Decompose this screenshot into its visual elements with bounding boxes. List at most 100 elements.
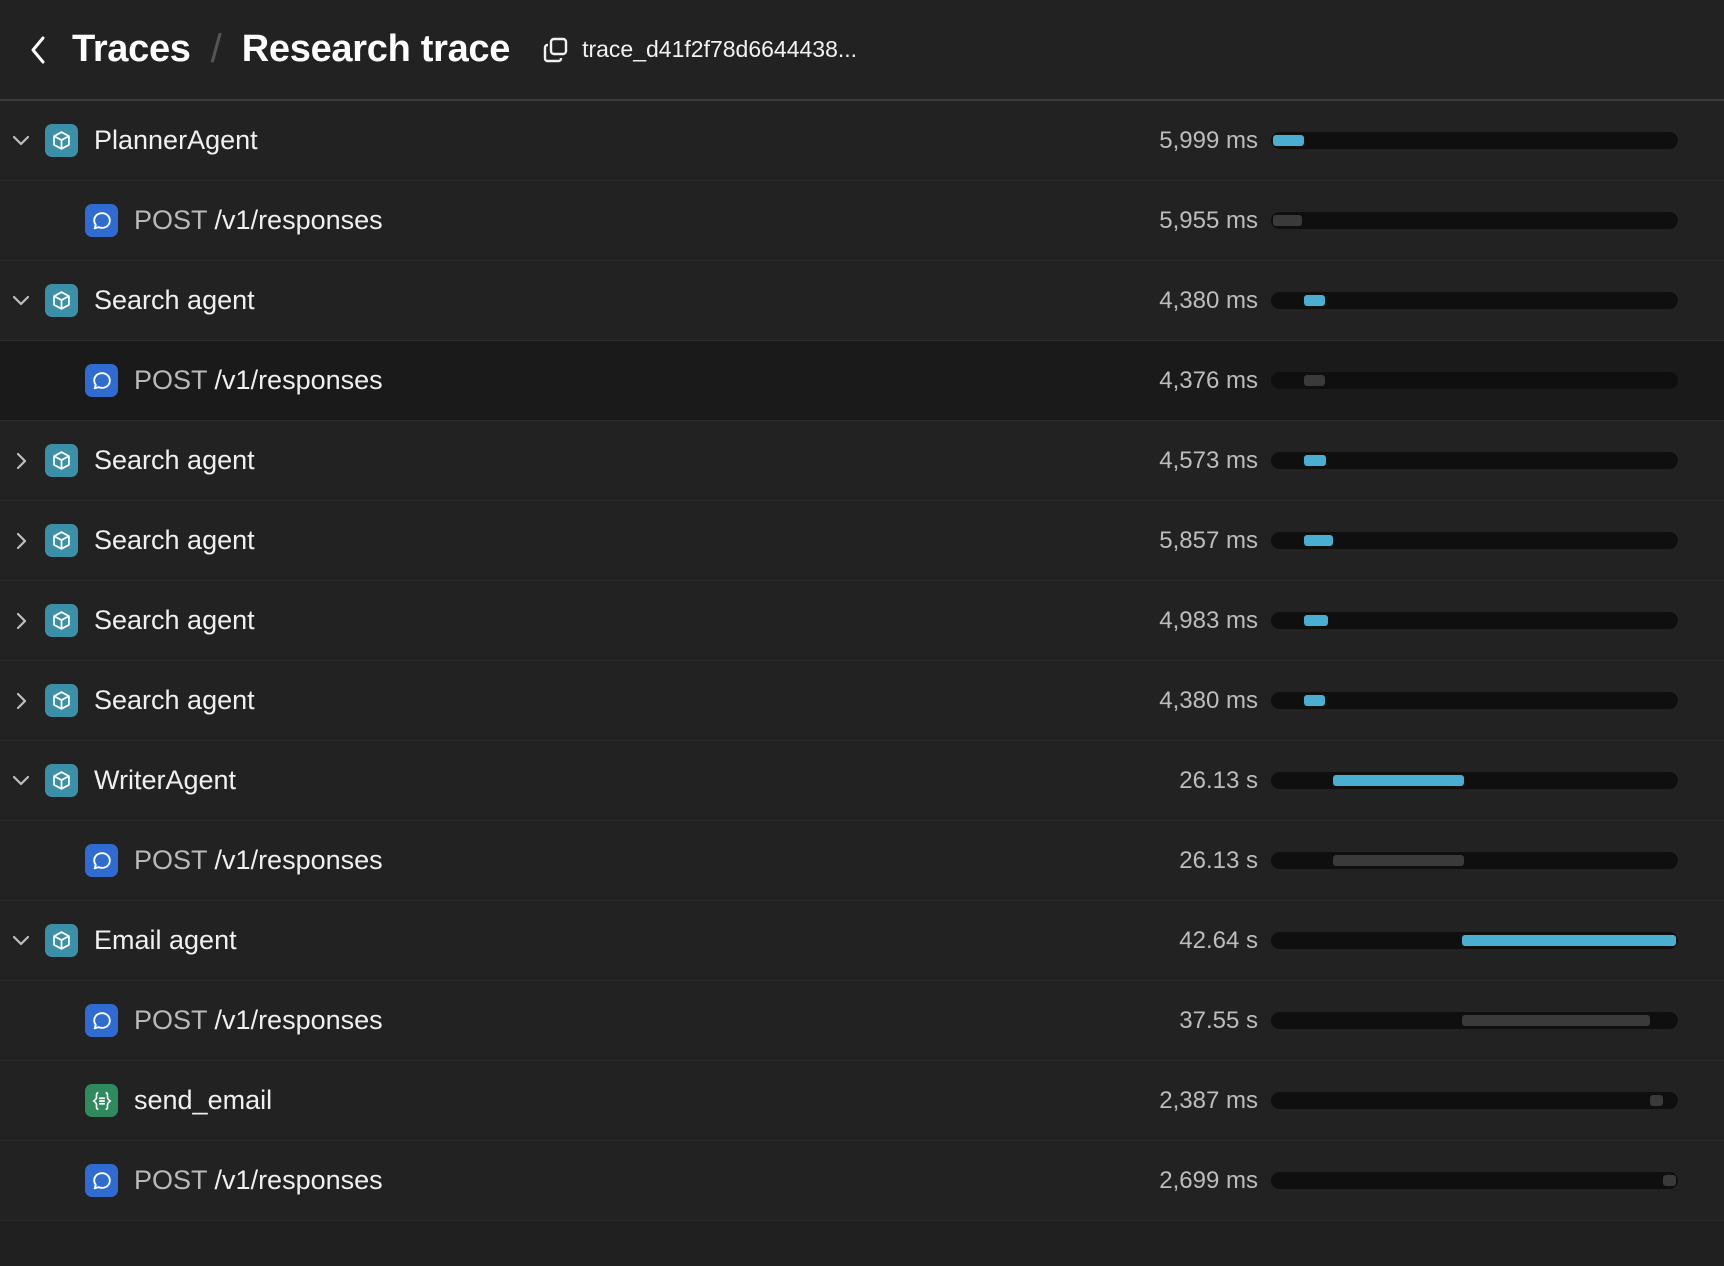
page-title: Research trace: [241, 28, 511, 70]
agent-cube-icon: [45, 444, 78, 477]
span-row[interactable]: WriterAgent 26.13 s: [0, 741, 1724, 821]
agent-cube-icon: [45, 284, 78, 317]
span-name: POST /v1/responses: [134, 365, 383, 396]
timeline-track: [1271, 692, 1678, 709]
agent-cube-icon: [45, 524, 78, 557]
span-duration: 26.13 s: [1179, 846, 1258, 874]
function-braces-icon: [85, 1084, 118, 1117]
span-duration: 4,376 ms: [1159, 366, 1258, 394]
timeline-bar: [1273, 215, 1303, 226]
span-label: PlannerAgent: [94, 125, 258, 155]
span-row[interactable]: POST /v1/responses 37.55 s: [0, 981, 1724, 1061]
span-duration: 2,699 ms: [1159, 1166, 1258, 1194]
span-row[interactable]: POST /v1/responses 2,699 ms: [0, 1141, 1724, 1221]
timeline-track: [1271, 132, 1678, 149]
span-name: POST /v1/responses: [134, 845, 383, 876]
chevron-down-icon[interactable]: [11, 291, 31, 311]
agent-cube-icon: [45, 124, 78, 157]
span-name: PlannerAgent: [94, 125, 258, 156]
timeline-bar: [1303, 295, 1326, 306]
timeline-bar: [1303, 375, 1326, 386]
span-row[interactable]: Email agent 42.64 s: [0, 901, 1724, 981]
timeline-track: [1271, 452, 1678, 469]
span-row[interactable]: Search agent 4,380 ms: [0, 261, 1724, 341]
span-row[interactable]: send_email 2,387 ms: [0, 1061, 1724, 1141]
span-name: send_email: [134, 1085, 272, 1116]
agent-cube-icon: [45, 684, 78, 717]
span-name: Search agent: [94, 445, 255, 476]
timeline-bar: [1333, 775, 1464, 786]
span-name: Search agent: [94, 605, 255, 636]
timeline-track: [1271, 932, 1678, 949]
span-method: POST: [134, 1005, 208, 1035]
span-name: Search agent: [94, 285, 255, 316]
span-label: /v1/responses: [214, 1005, 383, 1035]
span-row[interactable]: Search agent 5,857 ms: [0, 501, 1724, 581]
span-duration: 4,573 ms: [1159, 446, 1258, 474]
span-row[interactable]: Search agent 4,380 ms: [0, 661, 1724, 741]
timeline-track: [1271, 1172, 1678, 1189]
span-duration: 2,387 ms: [1159, 1086, 1258, 1114]
span-label: Search agent: [94, 285, 255, 315]
chevron-down-icon[interactable]: [11, 931, 31, 951]
span-row[interactable]: POST /v1/responses 26.13 s: [0, 821, 1724, 901]
agent-cube-icon: [45, 604, 78, 637]
chat-bubble-icon: [85, 1004, 118, 1037]
timeline-track: [1271, 532, 1678, 549]
span-name: POST /v1/responses: [134, 205, 383, 236]
span-method: POST: [134, 365, 208, 395]
span-label: Search agent: [94, 685, 255, 715]
chevron-down-icon[interactable]: [11, 771, 31, 791]
span-label: /v1/responses: [214, 1165, 383, 1195]
span-row[interactable]: Search agent 4,983 ms: [0, 581, 1724, 661]
span-name: Search agent: [94, 685, 255, 716]
span-duration: 26.13 s: [1179, 766, 1258, 794]
timeline-track: [1271, 612, 1678, 629]
back-button[interactable]: [26, 30, 50, 70]
span-name: POST /v1/responses: [134, 1005, 383, 1036]
timeline-track: [1271, 1012, 1678, 1029]
span-row[interactable]: POST /v1/responses 5,955 ms: [0, 181, 1724, 261]
span-label: /v1/responses: [214, 845, 383, 875]
chevron-right-icon[interactable]: [11, 691, 31, 711]
span-label: Email agent: [94, 925, 237, 955]
chevron-right-icon[interactable]: [11, 611, 31, 631]
chevron-right-icon[interactable]: [11, 531, 31, 551]
span-label: Search agent: [94, 605, 255, 635]
span-method: POST: [134, 1165, 208, 1195]
chevron-right-icon[interactable]: [11, 451, 31, 471]
span-label: /v1/responses: [214, 205, 383, 235]
timeline-track: [1271, 852, 1678, 869]
chat-bubble-icon: [85, 1164, 118, 1197]
span-duration: 4,983 ms: [1159, 606, 1258, 634]
timeline-bar: [1303, 615, 1328, 626]
span-row[interactable]: PlannerAgent 5,999 ms: [0, 101, 1724, 181]
timeline-bar: [1273, 135, 1304, 146]
timeline-track: [1271, 372, 1678, 389]
breadcrumb-separator: /: [210, 27, 222, 71]
timeline-bar: [1662, 1175, 1676, 1186]
timeline-track: [1271, 212, 1678, 229]
chevron-left-icon: [31, 36, 45, 63]
span-name: Email agent: [94, 925, 237, 956]
span-row[interactable]: Search agent 4,573 ms: [0, 421, 1724, 501]
span-duration: 37.55 s: [1179, 1006, 1258, 1034]
timeline-track: [1271, 772, 1678, 789]
timeline-track: [1271, 1092, 1678, 1109]
breadcrumb-traces-link[interactable]: Traces: [72, 28, 191, 71]
span-label: Search agent: [94, 525, 255, 555]
timeline-track: [1271, 292, 1678, 309]
timeline-bar: [1303, 535, 1333, 546]
span-list: PlannerAgent 5,999 ms POST /v1/responses 5,…: [0, 101, 1724, 1221]
span-label: /v1/responses: [214, 365, 383, 395]
span-label: Search agent: [94, 445, 255, 475]
span-row[interactable]: POST /v1/responses 4,376 ms: [0, 341, 1724, 421]
agent-cube-icon: [45, 764, 78, 797]
agent-cube-icon: [45, 924, 78, 957]
trace-id-copy-button[interactable]: trace_d41f2f78d6644438...: [542, 36, 857, 64]
span-label: WriterAgent: [94, 765, 237, 795]
span-duration: 4,380 ms: [1159, 686, 1258, 714]
chevron-down-icon[interactable]: [11, 131, 31, 151]
span-duration: 4,380 ms: [1159, 286, 1258, 314]
timeline-bar: [1303, 455, 1326, 466]
